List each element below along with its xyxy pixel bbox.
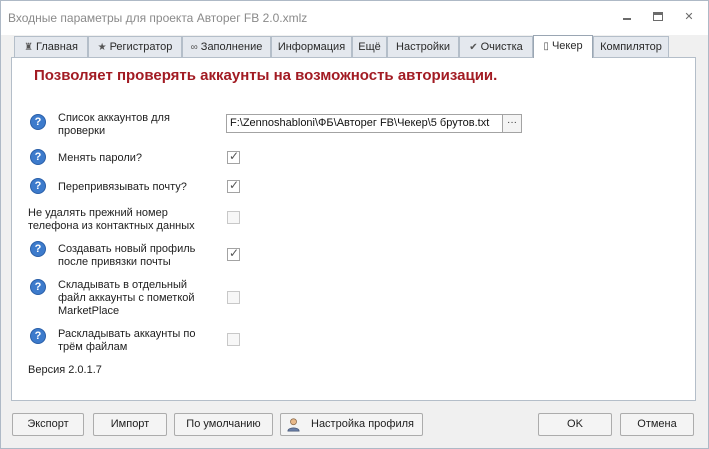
tab-label: Настройки	[396, 41, 450, 53]
option-label: Складывать в отдельный файл аккаунты с п…	[58, 279, 195, 317]
tab-filling[interactable]: ∞ Заполнение	[182, 36, 271, 57]
rebind-email-checkbox[interactable]	[227, 178, 240, 193]
option-label: Создавать новый профиль после привязки п…	[58, 243, 196, 268]
tab-compiler[interactable]: Компилятор	[593, 36, 669, 57]
home-icon: ♜	[24, 42, 34, 53]
maximize-icon	[653, 12, 663, 21]
title-bar: Входные параметры для проекта Авторег FB…	[1, 1, 708, 35]
marketplace-file-checkbox[interactable]	[227, 291, 240, 304]
checker-panel: Позволяет проверять аккаунты на возможно…	[11, 57, 696, 401]
tab-label: Главная	[36, 41, 78, 53]
option-label: Менять пароли?	[58, 152, 143, 164]
panel-description: Позволяет проверять аккаунты на возможно…	[34, 67, 498, 84]
tab-main[interactable]: ♜ Главная	[14, 36, 88, 57]
defaults-button[interactable]: По умолчанию	[174, 413, 273, 436]
tab-cleanup[interactable]: ✔ Очистка	[459, 36, 533, 57]
keep-phone-checkbox[interactable]	[227, 211, 240, 224]
three-files-checkbox[interactable]	[227, 333, 240, 346]
option-label: Не удалять прежний номер телефона из кон…	[28, 207, 195, 232]
profile-settings-button[interactable]: Настройка профиля	[280, 413, 423, 436]
dialog-window: Входные параметры для проекта Авторег FB…	[0, 0, 709, 449]
tab-information[interactable]: Информация	[271, 36, 352, 57]
cancel-button[interactable]: Отмена	[620, 413, 694, 436]
browse-button[interactable]: ···	[503, 114, 522, 133]
check-icon: ✔	[469, 42, 478, 53]
tab-more[interactable]: Ещё	[352, 36, 387, 57]
accounts-file-input[interactable]: F:\Zennoshabloni\ФБ\Авторег FB\Чекер\5 б…	[226, 114, 503, 133]
help-icon[interactable]: ?	[30, 114, 46, 130]
change-passwords-checkbox[interactable]	[227, 149, 240, 164]
infinity-icon: ∞	[190, 42, 198, 53]
option-label: Раскладывать аккаунты по трём файлам	[58, 328, 196, 353]
profile-settings-label: Настройка профиля	[311, 418, 414, 430]
tab-settings[interactable]: Настройки	[387, 36, 459, 57]
user-icon	[287, 418, 300, 432]
tab-label: Информация	[277, 41, 346, 53]
option-label: Перепривязывать почту?	[58, 181, 187, 193]
tab-label: Регистратор	[109, 41, 173, 53]
export-button[interactable]: Экспорт	[12, 413, 84, 436]
minimize-icon	[623, 18, 631, 20]
help-icon[interactable]: ?	[30, 328, 46, 344]
tab-label: Заполнение	[200, 41, 263, 53]
help-icon[interactable]: ?	[30, 279, 46, 295]
help-icon[interactable]: ?	[30, 149, 46, 165]
close-button[interactable]: ✕	[681, 10, 697, 24]
tab-registrator[interactable]: ★ Регистратор	[88, 36, 182, 57]
tab-checker[interactable]: ▯ Чекер	[533, 35, 593, 58]
close-icon: ✕	[684, 11, 694, 23]
window-title: Входные параметры для проекта Авторег FB…	[8, 11, 308, 25]
star-icon: ★	[97, 42, 107, 53]
tab-label: Чекер	[551, 40, 583, 52]
tab-label: Очистка	[480, 41, 523, 53]
maximize-button[interactable]	[650, 10, 666, 24]
version-label: Версия 2.0.1.7	[28, 364, 102, 376]
import-button[interactable]: Импорт	[93, 413, 167, 436]
document-icon: ▯	[543, 41, 549, 52]
tab-label: Компилятор	[600, 41, 662, 53]
help-icon[interactable]: ?	[30, 241, 46, 257]
new-profile-checkbox[interactable]	[227, 246, 240, 261]
help-icon[interactable]: ?	[30, 178, 46, 194]
tab-label: Ещё	[358, 41, 381, 53]
ok-button[interactable]: OK	[538, 413, 612, 436]
minimize-button[interactable]	[619, 10, 635, 24]
accounts-list-label: Список аккаунтов для проверки	[58, 112, 170, 137]
